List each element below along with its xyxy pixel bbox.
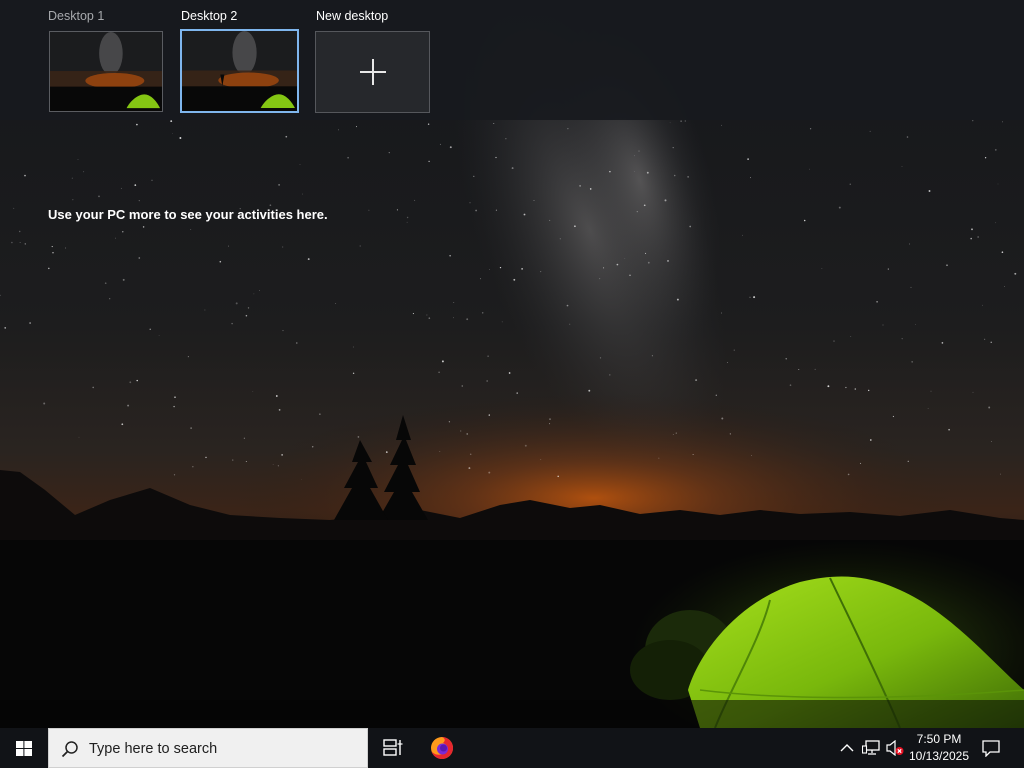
volume-button[interactable]	[884, 728, 906, 768]
clock-time: 7:50 PM	[916, 732, 962, 746]
task-view-button[interactable]	[372, 728, 412, 768]
desktop-2-thumbnail[interactable]	[180, 29, 299, 113]
search-box[interactable]: Type here to search	[48, 728, 368, 768]
desktop-1-thumbnail[interactable]	[49, 31, 163, 112]
new-desktop-label: New desktop	[316, 9, 389, 23]
new-desktop-button[interactable]	[315, 31, 430, 113]
task-view-icon	[383, 739, 403, 756]
windows-logo-icon	[16, 741, 32, 756]
taskbar-app-firefox[interactable]	[420, 728, 464, 768]
search-placeholder: Type here to search	[89, 741, 218, 757]
chevron-up-icon	[840, 744, 854, 752]
taskbar: Type here to search 7:50 PM 10/13/2025	[0, 728, 1024, 768]
clock[interactable]: 7:50 PM 10/13/2025	[908, 728, 970, 768]
desktop-1-label: Desktop 1	[48, 9, 105, 23]
desktop-2-label: Desktop 2	[181, 9, 238, 23]
action-center-icon	[982, 740, 1000, 757]
plus-icon	[359, 59, 386, 85]
action-center-button[interactable]	[976, 728, 1006, 768]
show-hidden-icons-button[interactable]	[838, 728, 856, 768]
network-icon	[862, 740, 880, 755]
network-button[interactable]	[860, 728, 882, 768]
firefox-icon	[431, 737, 453, 759]
virtual-desktops-bar: Desktop 1 Desktop 2 New desktop	[0, 0, 1024, 120]
search-icon	[61, 741, 78, 758]
activity-empty-message: Use your PC more to see your activities …	[48, 207, 328, 222]
volume-muted-icon	[886, 740, 904, 756]
clock-date: 10/13/2025	[908, 749, 970, 763]
start-button[interactable]	[0, 728, 48, 768]
